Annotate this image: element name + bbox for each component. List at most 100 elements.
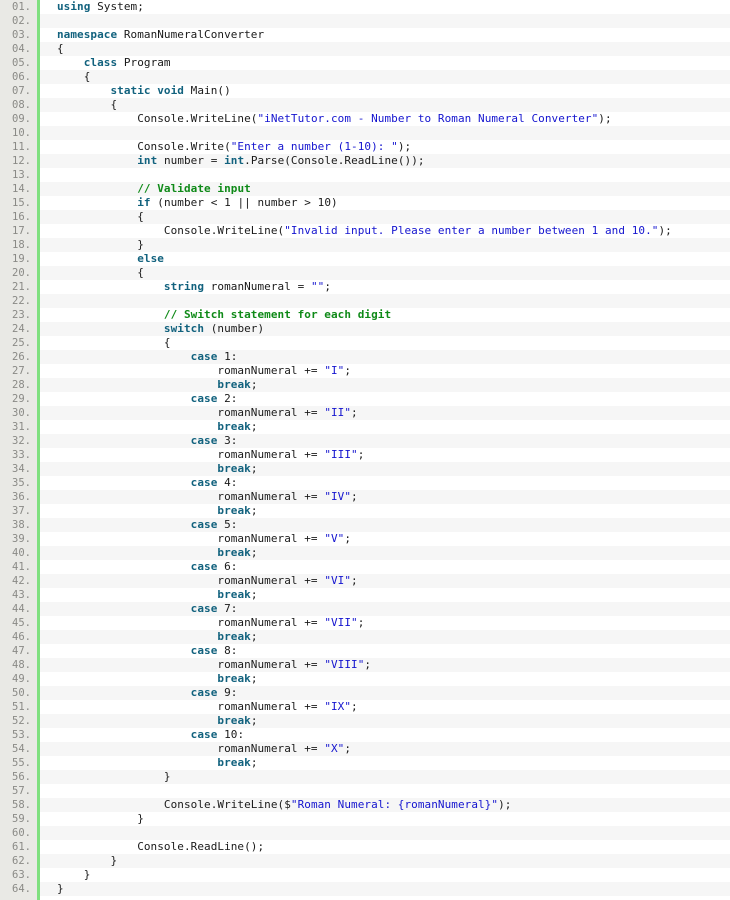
code-line[interactable]: 27. romanNumeral += "I"; <box>0 364 730 378</box>
code-line-text[interactable]: else <box>57 252 164 266</box>
code-line[interactable]: 25. { <box>0 336 730 350</box>
code-line[interactable]: 08. { <box>0 98 730 112</box>
code-line-text[interactable]: case 8: <box>57 644 238 658</box>
code-line-text[interactable]: romanNumeral += "VIII"; <box>57 658 371 672</box>
code-line-text[interactable]: romanNumeral += "X"; <box>57 742 351 756</box>
code-line[interactable]: 22. <box>0 294 730 308</box>
code-line[interactable]: 64.} <box>0 882 730 896</box>
code-line-text[interactable]: } <box>57 854 117 868</box>
code-line[interactable]: 63. } <box>0 868 730 882</box>
code-line-text[interactable]: romanNumeral += "V"; <box>57 532 351 546</box>
code-line-text[interactable]: break; <box>57 462 258 476</box>
code-line[interactable]: 12. int number = int.Parse(Console.ReadL… <box>0 154 730 168</box>
code-line[interactable]: 39. romanNumeral += "V"; <box>0 532 730 546</box>
code-line[interactable]: 44. case 7: <box>0 602 730 616</box>
code-line-text[interactable]: break; <box>57 756 258 770</box>
code-line-text[interactable]: } <box>57 868 91 882</box>
code-line[interactable]: 33. romanNumeral += "III"; <box>0 448 730 462</box>
code-line[interactable]: 54. romanNumeral += "X"; <box>0 742 730 756</box>
code-line[interactable]: 49. break; <box>0 672 730 686</box>
code-line[interactable]: 60. <box>0 826 730 840</box>
code-line[interactable]: 04. { <box>0 42 730 56</box>
code-line-text[interactable]: { <box>57 336 171 350</box>
code-line[interactable]: 28. break; <box>0 378 730 392</box>
code-line[interactable]: 26. case 1: <box>0 350 730 364</box>
code-line[interactable]: 03. namespace RomanNumeralConverter <box>0 28 730 42</box>
code-line-text[interactable]: static void Main() <box>57 84 231 98</box>
code-line[interactable]: 57. <box>0 784 730 798</box>
code-line-text[interactable]: break; <box>57 630 258 644</box>
code-line-text[interactable]: case 2: <box>57 392 238 406</box>
code-line-text[interactable]: case 1: <box>57 350 238 364</box>
code-line[interactable]: 51. romanNumeral += "IX"; <box>0 700 730 714</box>
code-line[interactable]: 48. romanNumeral += "VIII"; <box>0 658 730 672</box>
code-line[interactable]: 20. { <box>0 266 730 280</box>
code-line-text[interactable]: break; <box>57 714 258 728</box>
code-line[interactable]: 06. { <box>0 70 730 84</box>
code-line[interactable]: 56. } <box>0 770 730 784</box>
code-line-text[interactable]: if (number < 1 || number > 10) <box>57 196 338 210</box>
code-line-text[interactable]: namespace RomanNumeralConverter <box>57 28 264 42</box>
code-line[interactable]: 35. case 4: <box>0 476 730 490</box>
code-line-text[interactable]: romanNumeral += "VI"; <box>57 574 358 588</box>
code-line-text[interactable]: // Validate input <box>57 182 251 196</box>
code-line-text[interactable]: break; <box>57 546 258 560</box>
code-line[interactable]: 02. <box>0 14 730 28</box>
code-line-text[interactable]: { <box>57 42 64 56</box>
code-line[interactable]: 24. switch (number) <box>0 322 730 336</box>
code-line[interactable]: 07. static void Main() <box>0 84 730 98</box>
code-line[interactable]: 19. else <box>0 252 730 266</box>
code-line-text[interactable]: Console.WriteLine("iNetTutor.com - Numbe… <box>57 112 612 126</box>
code-line-text[interactable]: break; <box>57 672 258 686</box>
code-line[interactable]: 05. class Program <box>0 56 730 70</box>
code-line[interactable]: 59. } <box>0 812 730 826</box>
code-line[interactable]: 31. break; <box>0 420 730 434</box>
code-line-text[interactable]: romanNumeral += "IV"; <box>57 490 358 504</box>
code-line-text[interactable]: romanNumeral += "I"; <box>57 364 351 378</box>
code-line-text[interactable]: romanNumeral += "IX"; <box>57 700 358 714</box>
code-line[interactable]: 55. break; <box>0 756 730 770</box>
code-line-text[interactable]: } <box>57 770 171 784</box>
code-listing-viewer[interactable]: 01. using System; 02. 03. namespace RomanNum… <box>0 0 730 900</box>
code-line-text[interactable]: using System; <box>57 0 144 14</box>
code-line-text[interactable]: break; <box>57 588 258 602</box>
code-line[interactable]: 30. romanNumeral += "II"; <box>0 406 730 420</box>
code-line[interactable]: 34. break; <box>0 462 730 476</box>
code-line-text[interactable]: int number = int.Parse(Console.ReadLine(… <box>57 154 425 168</box>
code-line-text[interactable]: Console.Write("Enter a number (1-10): ")… <box>57 140 411 154</box>
code-line[interactable]: 17. Console.WriteLine("Invalid input. Pl… <box>0 224 730 238</box>
code-line[interactable]: 40. break; <box>0 546 730 560</box>
code-line[interactable]: 50. case 9: <box>0 686 730 700</box>
code-line[interactable]: 45. romanNumeral += "VII"; <box>0 616 730 630</box>
code-line-text[interactable]: { <box>57 210 144 224</box>
code-line[interactable]: 13. <box>0 168 730 182</box>
code-line[interactable]: 47. case 8: <box>0 644 730 658</box>
code-line-text[interactable]: string romanNumeral = ""; <box>57 280 331 294</box>
code-line-text[interactable]: case 9: <box>57 686 238 700</box>
code-line-text[interactable]: Console.WriteLine("Invalid input. Please… <box>57 224 672 238</box>
code-line-text[interactable]: Console.ReadLine(); <box>57 840 264 854</box>
code-line[interactable]: 38. case 5: <box>0 518 730 532</box>
code-line-text[interactable]: case 7: <box>57 602 238 616</box>
code-line-text[interactable]: Console.WriteLine($"Roman Numeral: {roma… <box>57 798 511 812</box>
code-line[interactable]: 58. Console.WriteLine($"Roman Numeral: {… <box>0 798 730 812</box>
code-line[interactable]: 37. break; <box>0 504 730 518</box>
code-line-text[interactable]: romanNumeral += "VII"; <box>57 616 364 630</box>
code-line[interactable]: 21. string romanNumeral = ""; <box>0 280 730 294</box>
code-line-text[interactable]: { <box>57 70 91 84</box>
code-line[interactable]: 62. } <box>0 854 730 868</box>
code-line-text[interactable]: case 3: <box>57 434 238 448</box>
code-line-text[interactable]: } <box>57 238 144 252</box>
code-line-text[interactable]: class Program <box>57 56 171 70</box>
code-line-text[interactable]: romanNumeral += "III"; <box>57 448 364 462</box>
code-line-text[interactable]: } <box>57 812 144 826</box>
code-line[interactable]: 29. case 2: <box>0 392 730 406</box>
code-line[interactable]: 36. romanNumeral += "IV"; <box>0 490 730 504</box>
code-line-text[interactable]: break; <box>57 504 258 518</box>
code-line[interactable]: 16. { <box>0 210 730 224</box>
code-rows-container[interactable]: 01. using System; 02. 03. namespace RomanNum… <box>0 0 730 896</box>
code-line-text[interactable]: case 6: <box>57 560 238 574</box>
code-line-text[interactable]: switch (number) <box>57 322 264 336</box>
code-line[interactable]: 01. using System; <box>0 0 730 14</box>
code-line-text[interactable]: } <box>57 882 64 896</box>
